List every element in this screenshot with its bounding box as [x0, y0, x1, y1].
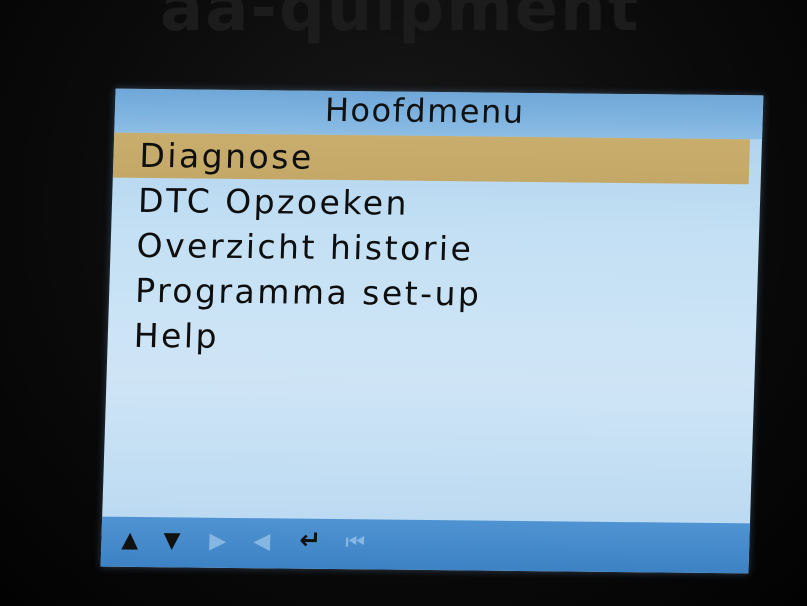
right-arrow-icon: ▶: [208, 528, 227, 554]
back-to-start-icon: ⏮: [344, 530, 366, 556]
enter-icon[interactable]: ↵: [299, 526, 322, 556]
title-bar: Hoofdmenu: [114, 88, 764, 140]
up-arrow-icon[interactable]: ▲: [121, 528, 139, 553]
menu-item-diagnose[interactable]: Diagnose: [112, 132, 751, 185]
menu-item-overzicht-historie[interactable]: Overzicht historie: [110, 223, 759, 275]
menu-item-programma-setup[interactable]: Programma set-up: [109, 268, 758, 320]
page-title: Hoofdmenu: [324, 90, 526, 131]
menu-item-dtc-opzoeken[interactable]: DTC Opzoeken: [111, 178, 760, 230]
down-arrow-icon[interactable]: ▼: [163, 528, 181, 553]
device-brand-logo: aa-quipment: [160, 0, 641, 46]
main-menu: Diagnose DTC Opzoeken Overzicht historie…: [107, 132, 762, 365]
navigation-bar: ▲ ▼ ▶ ◀ ↵ ⏮: [100, 516, 750, 574]
scan-tool-device: aa-quipment Hoofdmenu Diagnose DTC Opzoe…: [0, 0, 807, 606]
menu-item-help[interactable]: Help: [107, 313, 756, 365]
lcd-screen: Hoofdmenu Diagnose DTC Opzoeken Overzich…: [100, 88, 764, 574]
left-arrow-icon: ◀: [252, 529, 271, 555]
